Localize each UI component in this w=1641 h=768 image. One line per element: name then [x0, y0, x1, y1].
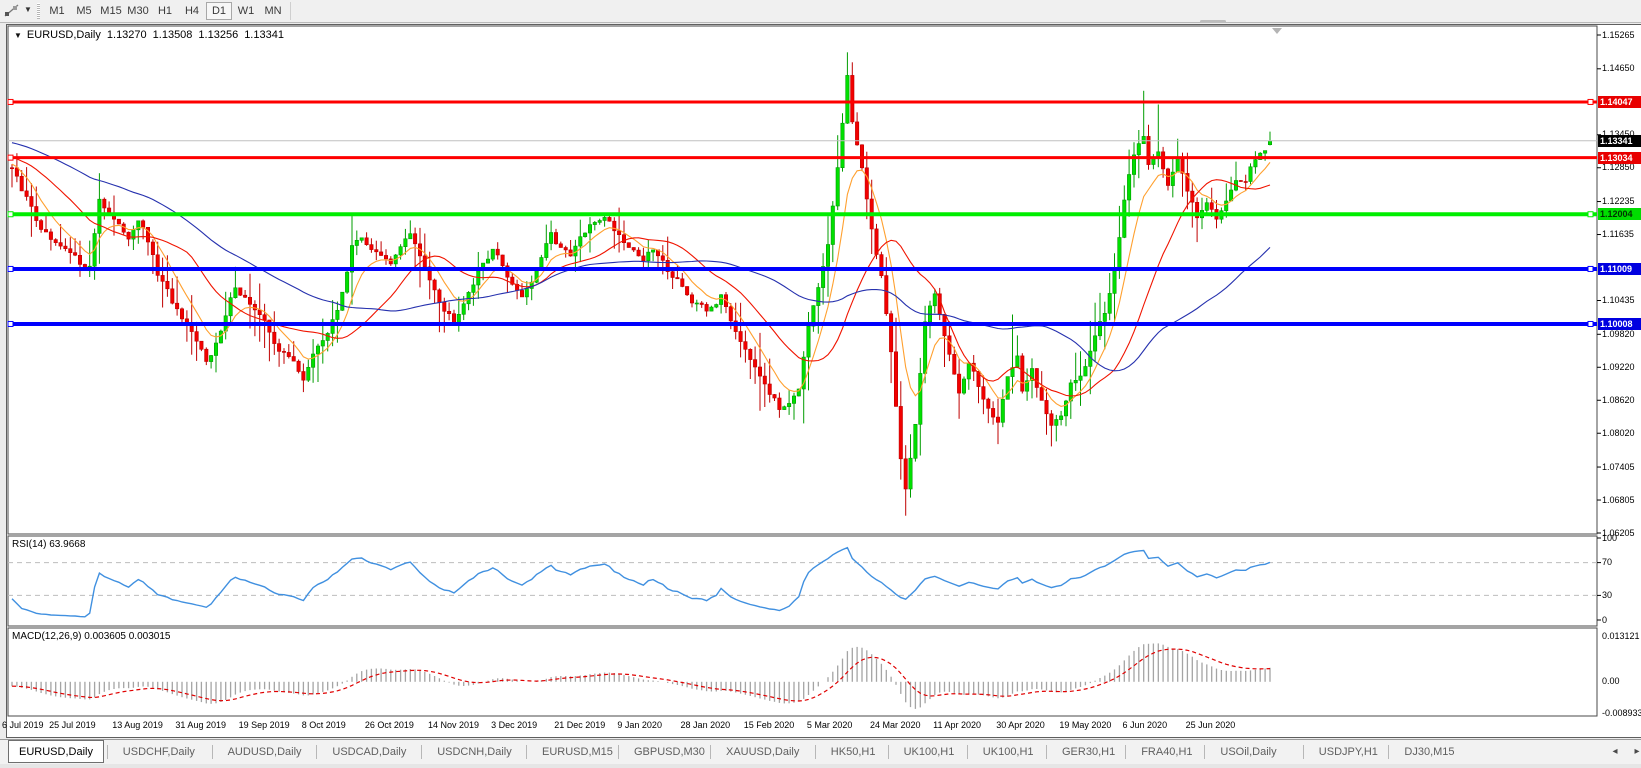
- date-axis-label: 25 Jun 2020: [1186, 720, 1236, 730]
- tab-eurusd-m15[interactable]: EURUSD,M15: [532, 742, 623, 762]
- tab-usdchf-daily[interactable]: USDCHF,Daily: [113, 742, 205, 762]
- macd-label: MACD(12,26,9) 0.003605 0.003015: [12, 631, 170, 642]
- date-axis-label: 28 Jan 2020: [681, 720, 731, 730]
- rsi-axis-tick: 30: [1602, 590, 1612, 600]
- current-price-badge: 1.13341: [1598, 135, 1641, 147]
- ohlc-high: 1.13508: [153, 29, 193, 41]
- chart-title: ▼ EURUSD,Daily 1.13270 1.13508 1.13256 1.1334…: [14, 29, 284, 41]
- date-axis-label: 21 Dec 2019: [554, 720, 605, 730]
- price-badge-1.13034: 1.13034: [1598, 152, 1641, 164]
- tab-separator: [1204, 745, 1205, 759]
- price-axis-tick: 1.11635: [1602, 229, 1634, 239]
- tab-fra40-h1[interactable]: FRA40,H1: [1131, 742, 1202, 762]
- hline-1.12004[interactable]: [8, 212, 1597, 217]
- date-axis-label: 19 Sep 2019: [239, 720, 290, 730]
- date-axis-label: 19 May 2020: [1059, 720, 1111, 730]
- chart-title-caret-icon[interactable]: ▼: [14, 31, 22, 40]
- price-axis-tick: 1.09820: [1602, 329, 1635, 339]
- ohlc-close: 1.13341: [244, 29, 284, 41]
- date-axis-label: 9 Jan 2020: [617, 720, 662, 730]
- date-axis-label: 8 Oct 2019: [302, 720, 346, 730]
- macd-axis-tick: 0.013121: [1602, 631, 1640, 641]
- date-axis-label: 6 Jul 2019: [2, 720, 44, 730]
- trading-terminal: ▼ M1M5M15M30H1H4D1W1MN ▼EURUSD,Daily1.13…: [0, 0, 1641, 768]
- price-axis-tick: 1.08620: [1602, 395, 1635, 405]
- tab-xauusd-daily[interactable]: XAUUSD,Daily: [716, 742, 809, 762]
- price-axis-tick: 1.10435: [1602, 295, 1635, 305]
- price-axis-tick: 1.15265: [1602, 30, 1635, 40]
- date-axis-label: 15 Feb 2020: [744, 720, 795, 730]
- tab-separator: [212, 745, 213, 759]
- price-axis-tick: 1.07405: [1602, 462, 1635, 472]
- tab-separator: [107, 745, 108, 759]
- tab-scroll-right-icon[interactable]: ▸: [1630, 746, 1641, 757]
- tab-separator: [967, 745, 968, 759]
- macd-axis-tick: -0.008933: [1602, 708, 1641, 718]
- bottom-strip: [0, 764, 1641, 768]
- tab-uk100-h1[interactable]: UK100,H1: [973, 742, 1044, 762]
- date-axis-label: 6 Jun 2020: [1123, 720, 1168, 730]
- tab-hk50-h1[interactable]: HK50,H1: [821, 742, 886, 762]
- tab-separator: [618, 745, 619, 759]
- date-axis-label: 5 Mar 2020: [807, 720, 853, 730]
- tab-separator: [710, 745, 711, 759]
- ohlc-low: 1.13256: [198, 29, 238, 41]
- date-axis-label: 13 Aug 2019: [112, 720, 163, 730]
- hline-1.11009[interactable]: [8, 266, 1597, 271]
- rsi-axis-tick: 100: [1602, 533, 1617, 543]
- tab-gbpusd-m30[interactable]: GBPUSD,M30: [624, 742, 715, 762]
- tab-audusd-daily[interactable]: AUDUSD,Daily: [218, 742, 312, 762]
- chart-graphics: [0, 0, 1641, 768]
- date-axis-label: 25 Jul 2019: [49, 720, 96, 730]
- chart-symbol: EURUSD,Daily: [27, 29, 101, 41]
- rsi-axis-tick: 0: [1602, 615, 1607, 625]
- price-axis-tick: 1.12235: [1602, 196, 1635, 206]
- price-axis-tick: 1.12850: [1602, 162, 1635, 172]
- price-axis-tick: 1.06805: [1602, 495, 1635, 505]
- ohlc-open: 1.13270: [107, 29, 147, 41]
- tab-separator: [526, 745, 527, 759]
- tab-separator: [815, 745, 816, 759]
- chart-tab-bar: EURUSD,Daily USDCHF,Daily AUDUSD,Daily USDC…: [0, 739, 1641, 765]
- price-badge-1.11009: 1.11009: [1598, 263, 1641, 275]
- tab-usoil-daily[interactable]: USOil,Daily: [1210, 742, 1286, 762]
- price-axis-tick: 1.14650: [1602, 63, 1635, 73]
- date-axis-label: 3 Dec 2019: [491, 720, 537, 730]
- macd-axis-tick: 0.00: [1602, 676, 1620, 686]
- date-axis-label: 26 Oct 2019: [365, 720, 414, 730]
- tab-separator: [1046, 745, 1047, 759]
- tab-separator: [1388, 745, 1389, 759]
- price-axis-tick: 1.09220: [1602, 362, 1635, 372]
- tab-uk100-h1[interactable]: UK100,H1: [894, 742, 965, 762]
- price-badge-1.14047: 1.14047: [1598, 96, 1641, 108]
- price-axis-tick: 1.08020: [1602, 428, 1635, 438]
- rsi-axis-tick: 70: [1602, 557, 1612, 567]
- tab-usdcnh-daily[interactable]: USDCNH,Daily: [427, 742, 522, 762]
- date-axis-label: 31 Aug 2019: [175, 720, 226, 730]
- rsi-label: RSI(14) 63.9668: [12, 539, 85, 550]
- tab-scroll-left-icon[interactable]: ◂: [1608, 746, 1622, 757]
- date-axis-label: 14 Nov 2019: [428, 720, 479, 730]
- date-axis-label: 24 Mar 2020: [870, 720, 921, 730]
- tab-eurusd-daily[interactable]: EURUSD,Daily: [8, 740, 104, 763]
- price-badge-1.10008: 1.10008: [1598, 318, 1641, 330]
- tab-separator: [316, 745, 317, 759]
- tab-usdcad-daily[interactable]: USDCAD,Daily: [322, 742, 416, 762]
- tab-ger30-h1[interactable]: GER30,H1: [1052, 742, 1125, 762]
- date-axis-label: 30 Apr 2020: [996, 720, 1045, 730]
- tab-separator: [421, 745, 422, 759]
- tab-separator: [888, 745, 889, 759]
- tab-separator: [1303, 745, 1304, 759]
- tab-dj30-m15[interactable]: DJ30,M15: [1394, 742, 1464, 762]
- hline-1.10008[interactable]: [8, 321, 1597, 326]
- price-badge-1.12004: 1.12004: [1598, 208, 1641, 220]
- tab-usdjpy-h1[interactable]: USDJPY,H1: [1309, 742, 1388, 762]
- date-axis-label: 11 Apr 2020: [933, 720, 981, 730]
- tab-separator: [1125, 745, 1126, 759]
